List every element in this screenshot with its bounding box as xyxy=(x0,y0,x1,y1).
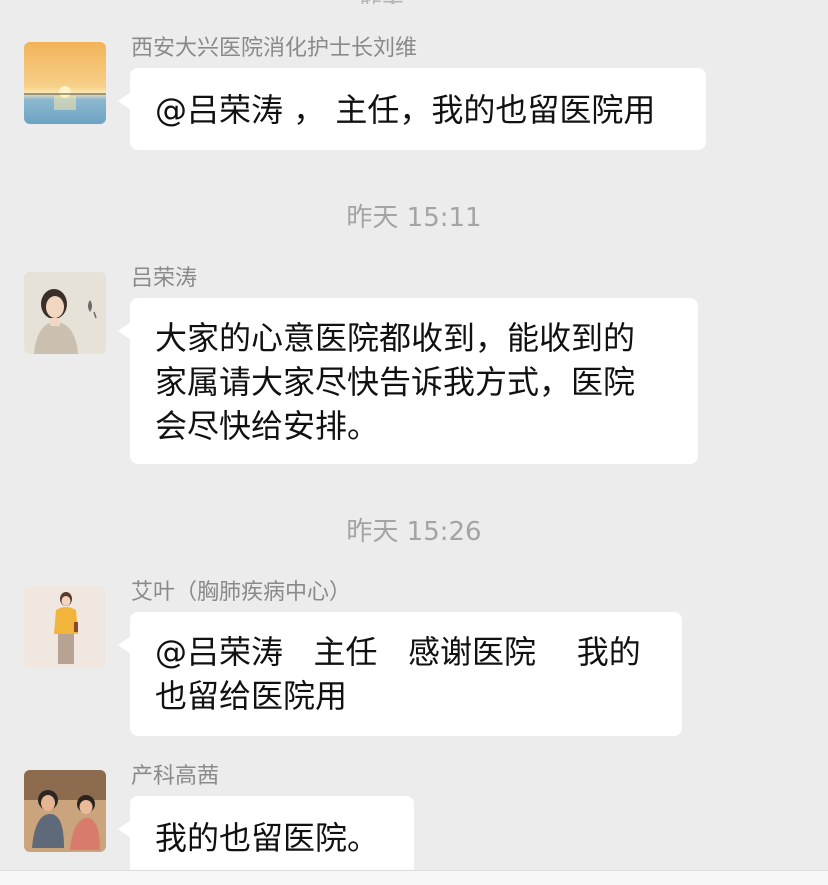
timestamp: 昨天 15:26 xyxy=(346,517,482,547)
woman-standing-avatar-icon[interactable] xyxy=(24,586,106,668)
partial-timestamp: 昨天 xyxy=(360,0,420,4)
chat-window: 昨天 西安大兴医院消化护士长刘维 @吕荣 xyxy=(0,0,828,885)
message-bubble[interactable]: 大家的心意医院都收到，能收到的 家属请大家尽快告诉我方式，医院 会尽快给安排。 xyxy=(118,298,698,464)
bottom-input-bar xyxy=(0,870,828,885)
sender-name: 西安大兴医院消化护士长刘维 xyxy=(131,36,418,61)
children-photo-avatar-icon[interactable] xyxy=(24,770,106,852)
message-bubble[interactable]: 我的也留医院。 xyxy=(118,796,414,878)
message-bubble[interactable]: @吕荣涛 ， 主任，我的也留医院用 xyxy=(118,68,706,150)
message-bubble[interactable]: @吕荣涛 主任 感谢医院 我的 也留给医院用 xyxy=(118,612,682,736)
sender-name: 艾叶（胸肺疾病中心） xyxy=(131,580,352,605)
timestamp: 昨天 15:11 xyxy=(346,203,482,233)
woman-portrait-avatar-icon[interactable] xyxy=(24,272,106,354)
sender-name: 产科高茜 xyxy=(131,764,220,789)
sender-name: 吕荣涛 xyxy=(131,266,198,291)
sunset-avatar-icon[interactable] xyxy=(24,42,106,124)
